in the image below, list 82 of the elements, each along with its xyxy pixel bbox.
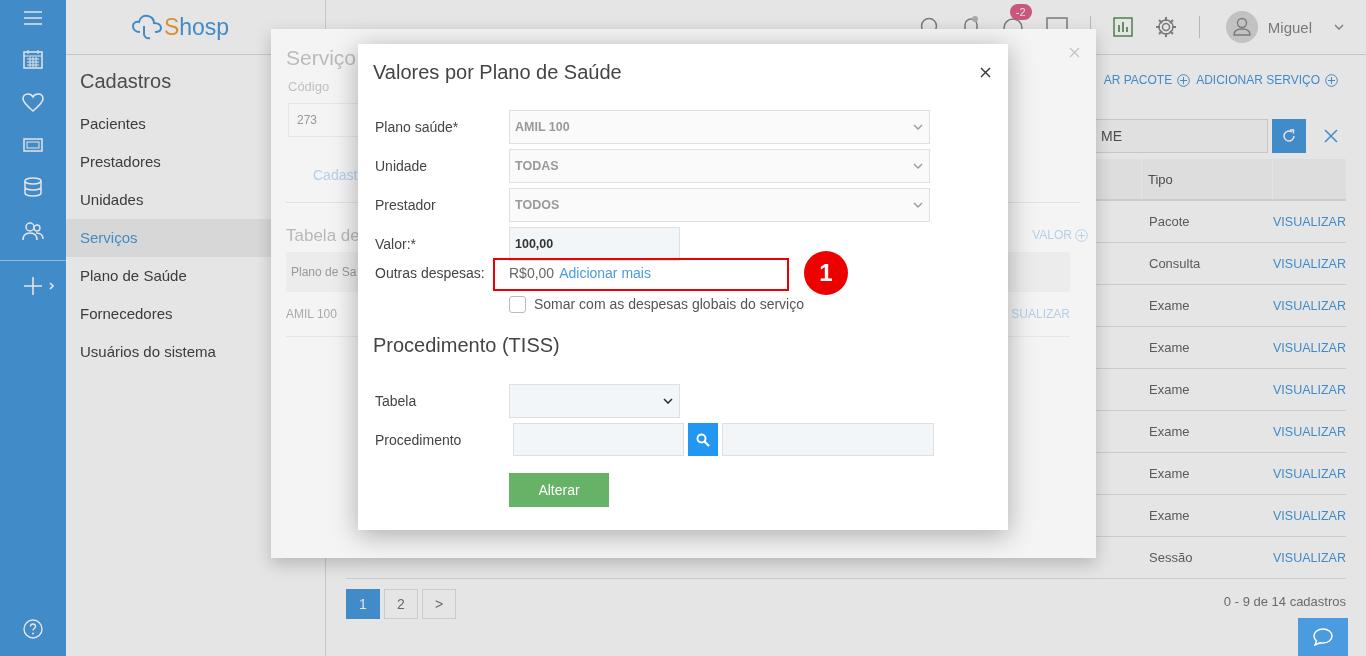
field-label: Procedimento [375,431,463,448]
view-link[interactable]: VISUALIZAR [1273,257,1346,271]
view-link[interactable]: VISUALIZAR [1273,383,1346,397]
table-cell-text: Sessão [1148,550,1194,565]
tab[interactable]: Cadast [313,166,358,183]
bar-chart-icon[interactable] [1112,17,1133,37]
dialog-title: Valores por Plano de Saúde [373,60,622,84]
field-label: Prestador [375,197,437,213]
plus-circle-icon [1177,73,1191,87]
menu-icon[interactable] [24,11,42,25]
step-number: 1 [804,251,848,295]
sidebar-title: Cadastros [80,70,172,93]
submit-button[interactable]: Alterar [509,473,609,507]
field-label: Valor:* [375,236,417,252]
caret-icon [913,202,923,208]
search-button[interactable] [688,423,718,456]
checkbox-label: Somar com as despesas globais do serviço [534,296,805,312]
table-cell-text: Exame [1148,424,1191,439]
refresh-icon [1281,128,1297,144]
avatar-icon[interactable] [1225,11,1258,43]
add-icon[interactable] [24,277,54,295]
page-button[interactable]: 1 [346,589,380,619]
heart-icon[interactable] [22,93,44,113]
input-field[interactable] [513,423,684,456]
database-icon[interactable] [23,177,43,197]
notification-badge: -2 [1009,4,1032,20]
table-cell-text: Exame [1148,466,1191,481]
add-link[interactable]: ADICIONAR SERVIÇO [1196,73,1338,87]
view-link[interactable]: VISUALIZAR [1273,509,1346,523]
chevron-down-icon[interactable] [1334,24,1344,30]
view-link[interactable]: SUALIZAR [1011,307,1070,321]
page-button[interactable]: > [422,589,456,619]
view-link[interactable]: VISUALIZAR [1273,551,1346,565]
column-header: Plano de Sa [291,265,357,279]
input-field[interactable]: 100,00 [509,227,680,261]
settings-icon[interactable] [1154,16,1177,38]
calendar-icon[interactable] [23,49,43,69]
table-cell-text: Consulta [1148,256,1202,271]
table-cell-text: Pacote [1148,214,1191,229]
table-cell-text: Exame [1148,298,1191,313]
user-name[interactable]: Miguel [1267,18,1312,36]
people-icon[interactable] [22,221,44,241]
checkbox[interactable] [509,295,526,313]
view-link[interactable]: VISUALIZAR [1273,341,1346,355]
help-icon[interactable] [23,619,43,639]
plus-circle-icon [1075,228,1088,242]
field-label: Tabela [375,393,418,409]
speech-bubble-icon [1313,628,1333,646]
cloud-icon [131,14,162,40]
table-cell-text: Exame [1148,508,1191,523]
caret-icon [913,124,923,130]
close-icon[interactable] [980,66,991,78]
view-link[interactable]: VISUALIZAR [1273,467,1346,481]
chat-button[interactable] [1298,618,1348,656]
add-more-link[interactable]: Adicionar mais [559,265,651,281]
column-header: Tipo [1141,159,1273,199]
amount-text: R$0,00 [509,265,555,281]
search-icon [696,432,710,447]
view-link[interactable]: VISUALIZAR [1273,425,1346,439]
field-label: Unidade [375,158,429,174]
table-header [1008,252,1070,292]
select-field[interactable] [509,384,680,418]
plus-circle-icon [1325,73,1338,87]
page-button[interactable]: 2 [384,589,418,619]
table-cell-text: Exame [1148,340,1191,355]
refresh-button[interactable] [1272,119,1306,153]
add-link[interactable]: AR PACOTE [1103,73,1191,87]
code-field[interactable]: 273 [288,103,359,137]
field-label: Outras despesas: [375,265,486,281]
field-label: Plano saúde* [375,119,460,135]
caret-icon [663,398,673,404]
banknote-icon[interactable] [23,137,43,153]
input-field[interactable] [722,423,934,456]
result-count: 0 - 9 de 14 cadastros [1223,593,1346,609]
view-link[interactable]: VISUALIZAR [1273,299,1346,313]
table-cell: AMIL 100 [286,307,337,321]
logo: Shosp [163,13,230,41]
caret-icon [913,163,923,169]
section-title: Procedimento (TISS) [373,334,561,357]
modal-title: Serviço [286,45,358,71]
table-cell-text: Exame [1148,382,1191,397]
view-link[interactable]: VISUALIZAR [1273,215,1346,229]
